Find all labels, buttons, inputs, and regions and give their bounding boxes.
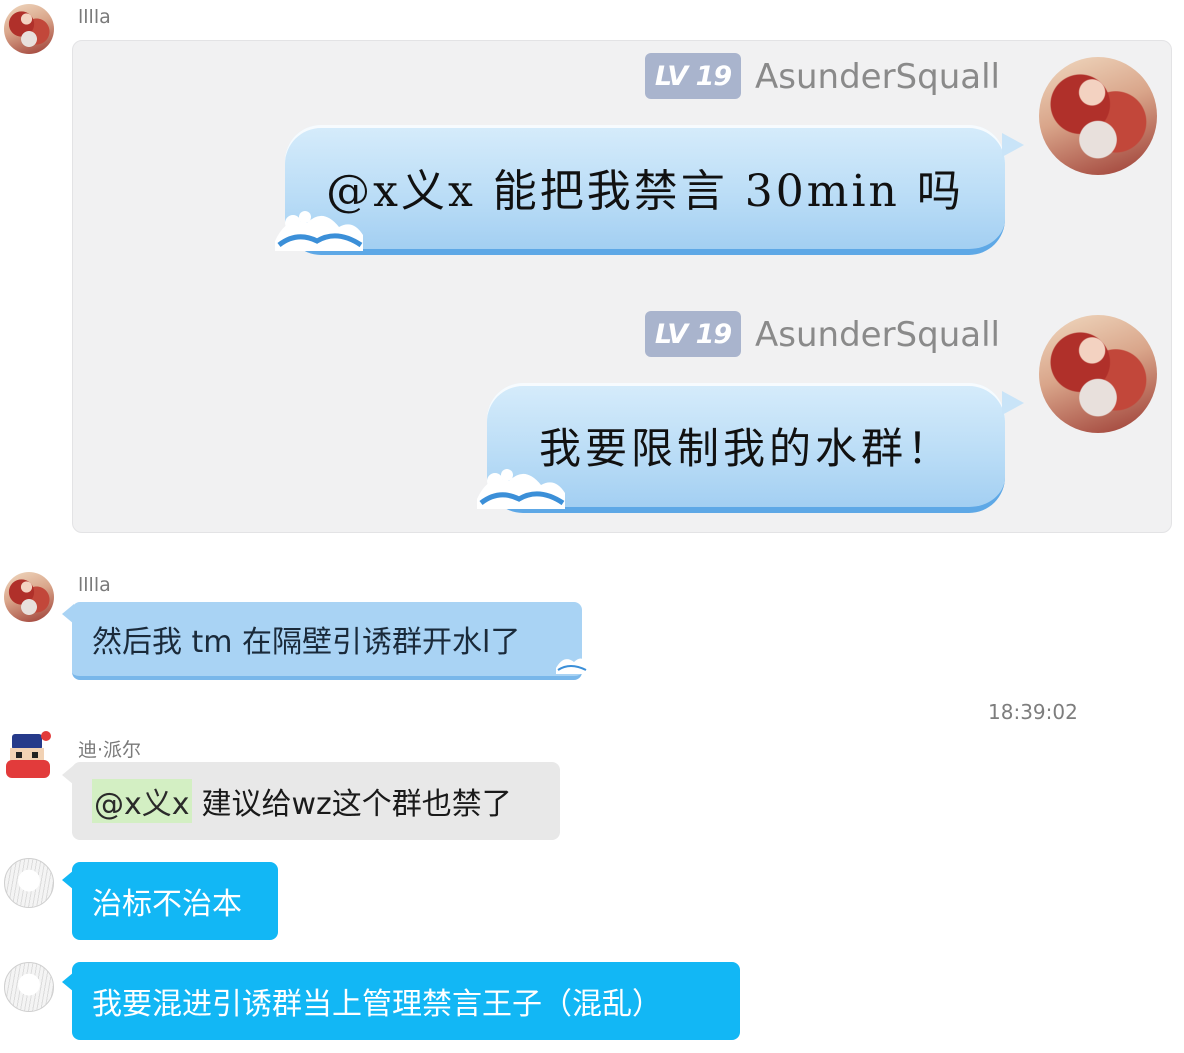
avatar-asundersquall (1039, 57, 1157, 175)
message-text: 治标不治本 (92, 887, 242, 922)
sender-name: 迪·派尔 (78, 739, 142, 761)
sender-name: lllla (78, 574, 111, 596)
message-bubble[interactable]: 我要混进引诱群当上管理禁言王子（混乱） (72, 962, 740, 1040)
message-bubble[interactable]: 然后我 tm 在隔壁引诱群开水l了 (72, 602, 582, 680)
mention-tag[interactable]: @x义x (92, 779, 192, 823)
message-text: 我要限制我的水群！ (538, 423, 953, 473)
avatar-sketch-user[interactable] (4, 858, 54, 908)
level-badge: LV 19 (645, 311, 741, 357)
message-text: 我要混进引诱群当上管理禁言王子（混乱） (92, 987, 662, 1022)
avatar-lllla[interactable] (4, 572, 54, 622)
forwarded-message-card[interactable]: LV 19 AsunderSquall @x义x 能把我禁言 30min 吗 L… (72, 40, 1172, 533)
message-text: 然后我 tm 在隔壁引诱群开水l了 (92, 625, 521, 660)
avatar-dipaier[interactable] (4, 730, 54, 782)
level-badge: LV 19 (645, 53, 741, 99)
avatar-sketch-user[interactable] (4, 962, 54, 1012)
message-text: @x义x 能把我禁言 30min 吗 (326, 166, 964, 217)
sender-name: lllla (78, 6, 111, 28)
nickname: AsunderSquall (755, 57, 1000, 97)
message-bubble[interactable]: 治标不治本 (72, 862, 278, 940)
avatar-asundersquall (1039, 315, 1157, 433)
wave-decoration-icon (556, 658, 588, 674)
bubble-tail (1002, 391, 1024, 415)
message-text: 建议给wz这个群也禁了 (201, 787, 512, 822)
bubble-tail (1002, 133, 1024, 157)
nickname: AsunderSquall (755, 315, 1000, 355)
avatar-lllla[interactable] (4, 4, 54, 54)
fancy-message-bubble: @x义x 能把我禁言 30min 吗 (285, 125, 1005, 255)
wave-decoration-icon (477, 469, 565, 509)
message-bubble[interactable]: @x义x 建议给wz这个群也禁了 (72, 762, 560, 840)
wave-decoration-icon (275, 211, 363, 251)
timestamp: 18:39:02 (988, 700, 1078, 724)
